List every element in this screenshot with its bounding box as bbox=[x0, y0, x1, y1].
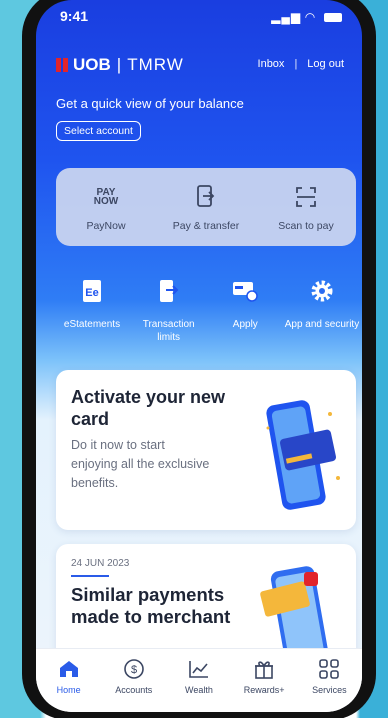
tab-accounts[interactable]: $ Accounts bbox=[104, 657, 164, 712]
status-icons: ▂▄▆ ◠ bbox=[271, 10, 342, 24]
paynow-logo-line2: NOW bbox=[93, 196, 119, 207]
similar-payments-title: Similar payments made to merchant bbox=[71, 584, 231, 627]
svg-text:$: $ bbox=[131, 664, 137, 676]
uob-logo-mark bbox=[56, 58, 68, 72]
tab-home-label: Home bbox=[56, 685, 81, 695]
shortcut-apply[interactable]: Apply bbox=[207, 278, 283, 344]
activate-card-title: Activate your new card bbox=[71, 387, 226, 429]
activate-card-description: Do it now to start enjoying all the excl… bbox=[71, 438, 210, 490]
transaction-limits-icon bbox=[131, 278, 207, 306]
tab-wealth[interactable]: Wealth bbox=[169, 657, 229, 712]
date-underline bbox=[71, 575, 109, 577]
logout-link[interactable]: Log out bbox=[307, 58, 344, 70]
shortcut-transaction-limits[interactable]: Transaction limits bbox=[131, 278, 207, 344]
dollar-circle-icon: $ bbox=[104, 657, 164, 681]
app-screen: 9:41 ▂▄▆ ◠ UOB | TMRW Inbox | Log out Ge… bbox=[36, 0, 362, 712]
shortcut-app-security[interactable]: App and security bbox=[284, 278, 360, 344]
tab-home[interactable]: Home bbox=[39, 657, 99, 712]
card-date: 24 JUN 2023 bbox=[71, 558, 130, 569]
logo-uob-text: UOB bbox=[73, 55, 111, 74]
select-account-button[interactable]: Select account bbox=[56, 121, 141, 141]
pay-transfer-icon bbox=[161, 182, 251, 212]
apply-icon bbox=[207, 278, 283, 306]
battery-icon bbox=[324, 13, 342, 23]
paynow-label: PayNow bbox=[86, 220, 126, 232]
top-bar: UOB | TMRW Inbox | Log out bbox=[56, 55, 344, 77]
estatement-icon: Ee bbox=[54, 278, 130, 306]
pay-transfer-label: Pay & transfer bbox=[172, 220, 240, 232]
inbox-link[interactable]: Inbox bbox=[258, 58, 285, 70]
wifi-icon: ◠ bbox=[305, 10, 316, 24]
gift-icon bbox=[234, 657, 294, 681]
logo-separator: | bbox=[116, 55, 122, 74]
scan-icon bbox=[261, 182, 351, 212]
tab-wealth-label: Wealth bbox=[185, 685, 213, 695]
estatements-label: eStatements bbox=[63, 319, 121, 330]
shortcut-row: Ee eStatements Transaction limits Apply … bbox=[54, 278, 360, 344]
link-divider: | bbox=[294, 58, 298, 70]
pay-actions-bar: PAY NOW PayNow Pay & transfer Scan to pa… bbox=[56, 168, 356, 246]
paynow-logo-icon: PAY NOW bbox=[61, 182, 151, 212]
activate-card-banner[interactable]: Activate your new card Do it now to star… bbox=[56, 370, 356, 530]
scan-to-pay-action[interactable]: Scan to pay bbox=[261, 182, 351, 232]
grid-icon bbox=[299, 657, 359, 681]
phone-card-illustration bbox=[266, 400, 340, 510]
svg-text:Ee: Ee bbox=[85, 287, 98, 299]
gear-icon bbox=[284, 278, 360, 306]
tab-accounts-label: Accounts bbox=[115, 685, 153, 695]
top-links: Inbox | Log out bbox=[258, 58, 344, 70]
tab-rewards[interactable]: Rewards+ bbox=[234, 657, 294, 712]
uob-tmrw-logo: UOB | TMRW bbox=[56, 55, 184, 75]
paynow-action[interactable]: PAY NOW PayNow bbox=[61, 182, 151, 233]
logo-tmrw-text: TMRW bbox=[127, 55, 184, 74]
status-bar: 9:41 ▂▄▆ ◠ bbox=[36, 8, 362, 28]
tab-rewards-label: Rewards+ bbox=[243, 685, 285, 695]
home-icon bbox=[39, 657, 99, 681]
pay-transfer-action[interactable]: Pay & transfer bbox=[161, 182, 251, 232]
app-security-label: App and security bbox=[284, 319, 360, 330]
tab-services-label: Services bbox=[312, 685, 347, 695]
shortcut-estatements[interactable]: Ee eStatements bbox=[54, 278, 130, 344]
balance-heading: Get a quick view of your balance bbox=[56, 96, 244, 111]
bottom-tab-bar: Home $ Accounts Wealth Rewards+ Services bbox=[36, 648, 362, 712]
scan-to-pay-label: Scan to pay bbox=[278, 220, 334, 232]
transaction-limits-label: Transaction limits bbox=[142, 319, 195, 343]
status-time: 9:41 bbox=[60, 8, 89, 24]
apply-label: Apply bbox=[232, 319, 258, 330]
chart-icon bbox=[169, 657, 229, 681]
tab-services[interactable]: Services bbox=[299, 657, 359, 712]
signal-icon: ▂▄▆ bbox=[271, 10, 302, 24]
